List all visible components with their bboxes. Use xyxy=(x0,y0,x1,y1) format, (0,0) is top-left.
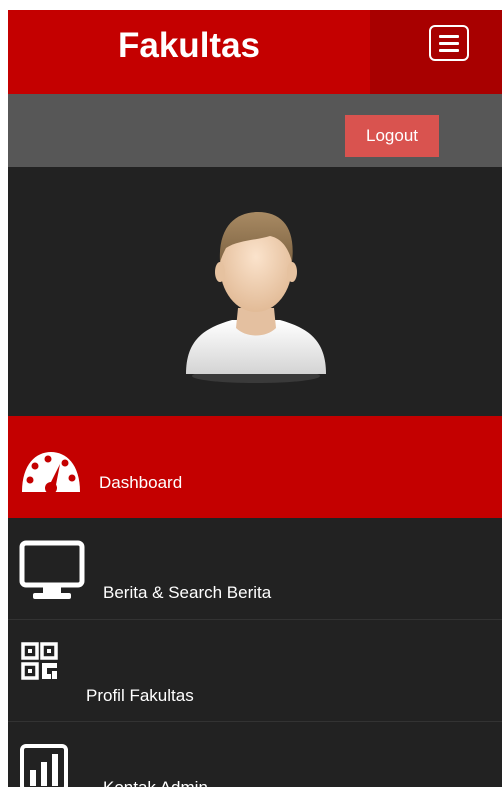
sidebar-item-profil-fakultas[interactable]: Profil Fakultas xyxy=(8,620,502,722)
monitor-icon xyxy=(19,540,85,599)
brand-title[interactable]: Fakultas xyxy=(8,10,370,94)
hamburger-menu-icon xyxy=(439,42,459,45)
bar-chart-icon xyxy=(20,744,68,787)
user-bar: Logout xyxy=(8,94,502,167)
logout-button[interactable]: Logout xyxy=(345,115,439,157)
app-frame: Fakultas Logout Dashboard Berita & Searc… xyxy=(8,10,502,787)
menu-item-label: Berita & Search Berita xyxy=(103,583,272,602)
menu-item-label: Dashboard xyxy=(99,473,183,492)
menu-item-label: Kontak Admin xyxy=(103,778,208,787)
qr-code-icon xyxy=(21,642,58,680)
speedometer-icon xyxy=(22,452,80,494)
sidebar-item-berita[interactable]: Berita & Search Berita xyxy=(8,518,502,620)
sidebar-item-kontak-admin[interactable]: Kontak Admin xyxy=(8,722,502,787)
hamburger-menu-button[interactable] xyxy=(429,25,469,61)
hamburger-menu-icon xyxy=(439,49,459,52)
hamburger-menu-icon xyxy=(439,35,459,38)
menu-toggle-area xyxy=(370,10,502,94)
profile-panel xyxy=(8,167,502,416)
menu-item-label: Profil Fakultas xyxy=(86,686,194,705)
sidebar-item-dashboard[interactable]: Dashboard xyxy=(8,416,502,518)
top-navbar: Fakultas xyxy=(8,10,502,94)
user-avatar-icon xyxy=(186,212,326,383)
